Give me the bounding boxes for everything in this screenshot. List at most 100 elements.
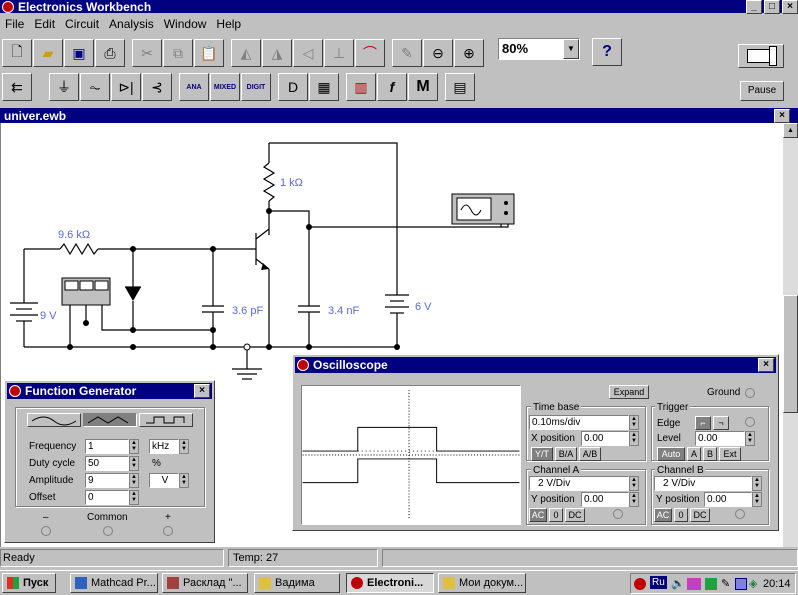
favorites-bin-icon[interactable]: ⇇ — [2, 73, 32, 101]
trigger-a-button[interactable]: A — [687, 447, 701, 461]
mixed-ics-bin[interactable]: MIXED — [210, 73, 240, 101]
digital-bin-icon[interactable]: ▦ — [309, 73, 339, 101]
channel-a-ypos-input[interactable]: 0.00 — [581, 492, 629, 507]
open-folder-icon[interactable]: ▰ — [33, 39, 63, 67]
channel-b-terminal[interactable] — [735, 509, 745, 519]
channel-b-zero-button[interactable]: 0 — [674, 508, 688, 522]
offset-spinner[interactable]: ▲ ▼ — [129, 490, 139, 505]
digital-ics-bin[interactable]: DIGIT — [241, 73, 271, 101]
zoom-out-icon[interactable]: ⊖ — [423, 39, 453, 67]
tray-monitor-icon[interactable] — [735, 578, 747, 590]
channel-a-ypos-spinner[interactable]: ▲ ▼ — [629, 492, 639, 507]
app-icon[interactable] — [2, 0, 14, 13]
sources-bin-icon[interactable]: ⏚ — [49, 73, 79, 101]
oscilloscope-screen[interactable] — [301, 385, 521, 525]
frequency-unit-spinner[interactable]: ▲ ▼ — [179, 439, 189, 454]
edge-falling-button[interactable]: ¬ — [713, 416, 729, 430]
tray-network-icon[interactable] — [705, 578, 717, 590]
channel-a-dc-button[interactable]: DC — [565, 508, 585, 522]
function-generator-icon[interactable] — [61, 277, 111, 306]
channel-b-ac-button[interactable]: AC — [654, 508, 672, 522]
menu-help[interactable]: Help — [211, 17, 246, 31]
scroll-up-icon[interactable]: ▲ — [783, 123, 798, 138]
scroll-thumb[interactable] — [783, 295, 798, 413]
minimize-button[interactable]: _ — [746, 0, 762, 14]
zoom-select[interactable]: 80% ▼ — [498, 38, 580, 60]
maximize-button[interactable]: □ — [764, 0, 780, 14]
oscilloscope-icon[interactable] — [451, 193, 515, 225]
tray-app-icon[interactable] — [634, 578, 646, 590]
print-icon[interactable]: ⎙ — [95, 39, 125, 67]
amplitude-unit-select[interactable]: V — [149, 473, 179, 488]
power-switch-icon[interactable] — [738, 44, 784, 68]
fg-close-button[interactable]: × — [194, 384, 210, 398]
start-button[interactable]: Пуск — [2, 573, 56, 593]
paste-icon[interactable]: 📋 — [194, 39, 224, 67]
xpos-input[interactable]: 0.00 — [581, 431, 629, 446]
flip-horizontal-icon[interactable]: ◮ — [262, 39, 292, 67]
flip-vertical-icon[interactable]: ◁ — [293, 39, 323, 67]
terminal-minus[interactable] — [41, 526, 51, 536]
channel-a-zero-button[interactable]: 0 — [549, 508, 563, 522]
channel-a-ac-button[interactable]: AC — [529, 508, 547, 522]
trigger-b-button[interactable]: B — [703, 447, 717, 461]
trigger-ext-button[interactable]: Ext — [719, 447, 741, 461]
analog-ics-bin[interactable]: ANA — [179, 73, 209, 101]
channel-b-scale-spinner[interactable]: ▲ ▼ — [752, 476, 762, 491]
new-file-icon[interactable]: 🗋 — [2, 39, 32, 67]
menu-circuit[interactable]: Circuit — [60, 17, 104, 31]
cut-icon[interactable]: ✂ — [132, 39, 162, 67]
create-subcircuit-icon[interactable]: ✎ — [392, 39, 422, 67]
menu-window[interactable]: Window — [159, 17, 212, 31]
terminal-common[interactable] — [103, 526, 113, 536]
trigger-terminal[interactable] — [745, 417, 755, 427]
task-electronics[interactable]: Electroni... — [346, 573, 434, 593]
duty-spinner[interactable]: ▲ ▼ — [129, 456, 139, 471]
instruments-bin-icon[interactable]: ▤ — [445, 73, 475, 101]
tray-zip-icon[interactable] — [687, 578, 701, 590]
sine-wave-button[interactable] — [27, 413, 81, 427]
mode-yt-button[interactable]: Y/T — [531, 447, 553, 461]
controls-bin-icon[interactable]: f — [377, 73, 407, 101]
frequency-input[interactable]: 1 — [85, 439, 129, 454]
channel-a-scale-spinner[interactable]: ▲ ▼ — [629, 476, 639, 491]
tray-settings-icon[interactable]: ◈ — [749, 577, 757, 590]
timebase-input[interactable]: 0.10ms/div — [529, 415, 629, 430]
graph-icon[interactable]: ⌒ — [355, 39, 385, 67]
terminal-plus[interactable] — [163, 526, 173, 536]
duty-input[interactable]: 50 — [85, 456, 129, 471]
task-my-documents[interactable]: Мои докум... — [438, 573, 526, 593]
trigger-auto-button[interactable]: Auto — [657, 447, 685, 461]
offset-input[interactable]: 0 — [85, 490, 129, 505]
transistors-bin-icon[interactable]: ⊰ — [142, 73, 172, 101]
vertical-scrollbar[interactable]: ▲ — [783, 123, 798, 547]
amplitude-input[interactable]: 9 — [85, 473, 129, 488]
channel-a-terminal[interactable] — [613, 509, 623, 519]
component-properties-icon[interactable]: ⊥ — [324, 39, 354, 67]
ground-terminal[interactable] — [745, 388, 755, 398]
logic-gates-bin-icon[interactable]: D — [278, 73, 308, 101]
task-mathcad[interactable]: Mathcad Pr... — [70, 573, 158, 593]
basic-bin-icon[interactable]: ⏦ — [80, 73, 110, 101]
diodes-bin-icon[interactable]: ⊳| — [111, 73, 141, 101]
amplitude-unit-spinner[interactable]: ▲ ▼ — [179, 473, 189, 488]
zoom-in-icon[interactable]: ⊕ — [454, 39, 484, 67]
miscellaneous-bin-icon[interactable]: M — [408, 73, 438, 101]
xpos-spinner[interactable]: ▲ ▼ — [629, 431, 639, 446]
menu-edit[interactable]: Edit — [29, 17, 60, 31]
document-close-button[interactable]: × — [774, 108, 790, 123]
menu-analysis[interactable]: Analysis — [104, 17, 159, 31]
indicators-bin-icon[interactable]: ▥ — [346, 73, 376, 101]
chevron-down-icon[interactable]: ▼ — [563, 39, 579, 59]
menu-file[interactable]: File — [0, 17, 29, 31]
channel-b-dc-button[interactable]: DC — [690, 508, 710, 522]
amplitude-spinner[interactable]: ▲ ▼ — [129, 473, 139, 488]
timebase-spinner[interactable]: ▲ ▼ — [629, 415, 639, 430]
close-button[interactable]: × — [782, 0, 798, 14]
channel-b-ypos-input[interactable]: 0.00 — [704, 492, 752, 507]
triangle-wave-button[interactable] — [83, 413, 137, 427]
tray-clipboard-icon[interactable]: ✎ — [721, 577, 730, 590]
mode-ba-button[interactable]: B/A — [555, 447, 577, 461]
level-spinner[interactable]: ▲ ▼ — [745, 431, 755, 446]
frequency-unit-select[interactable]: kHz — [149, 439, 179, 454]
